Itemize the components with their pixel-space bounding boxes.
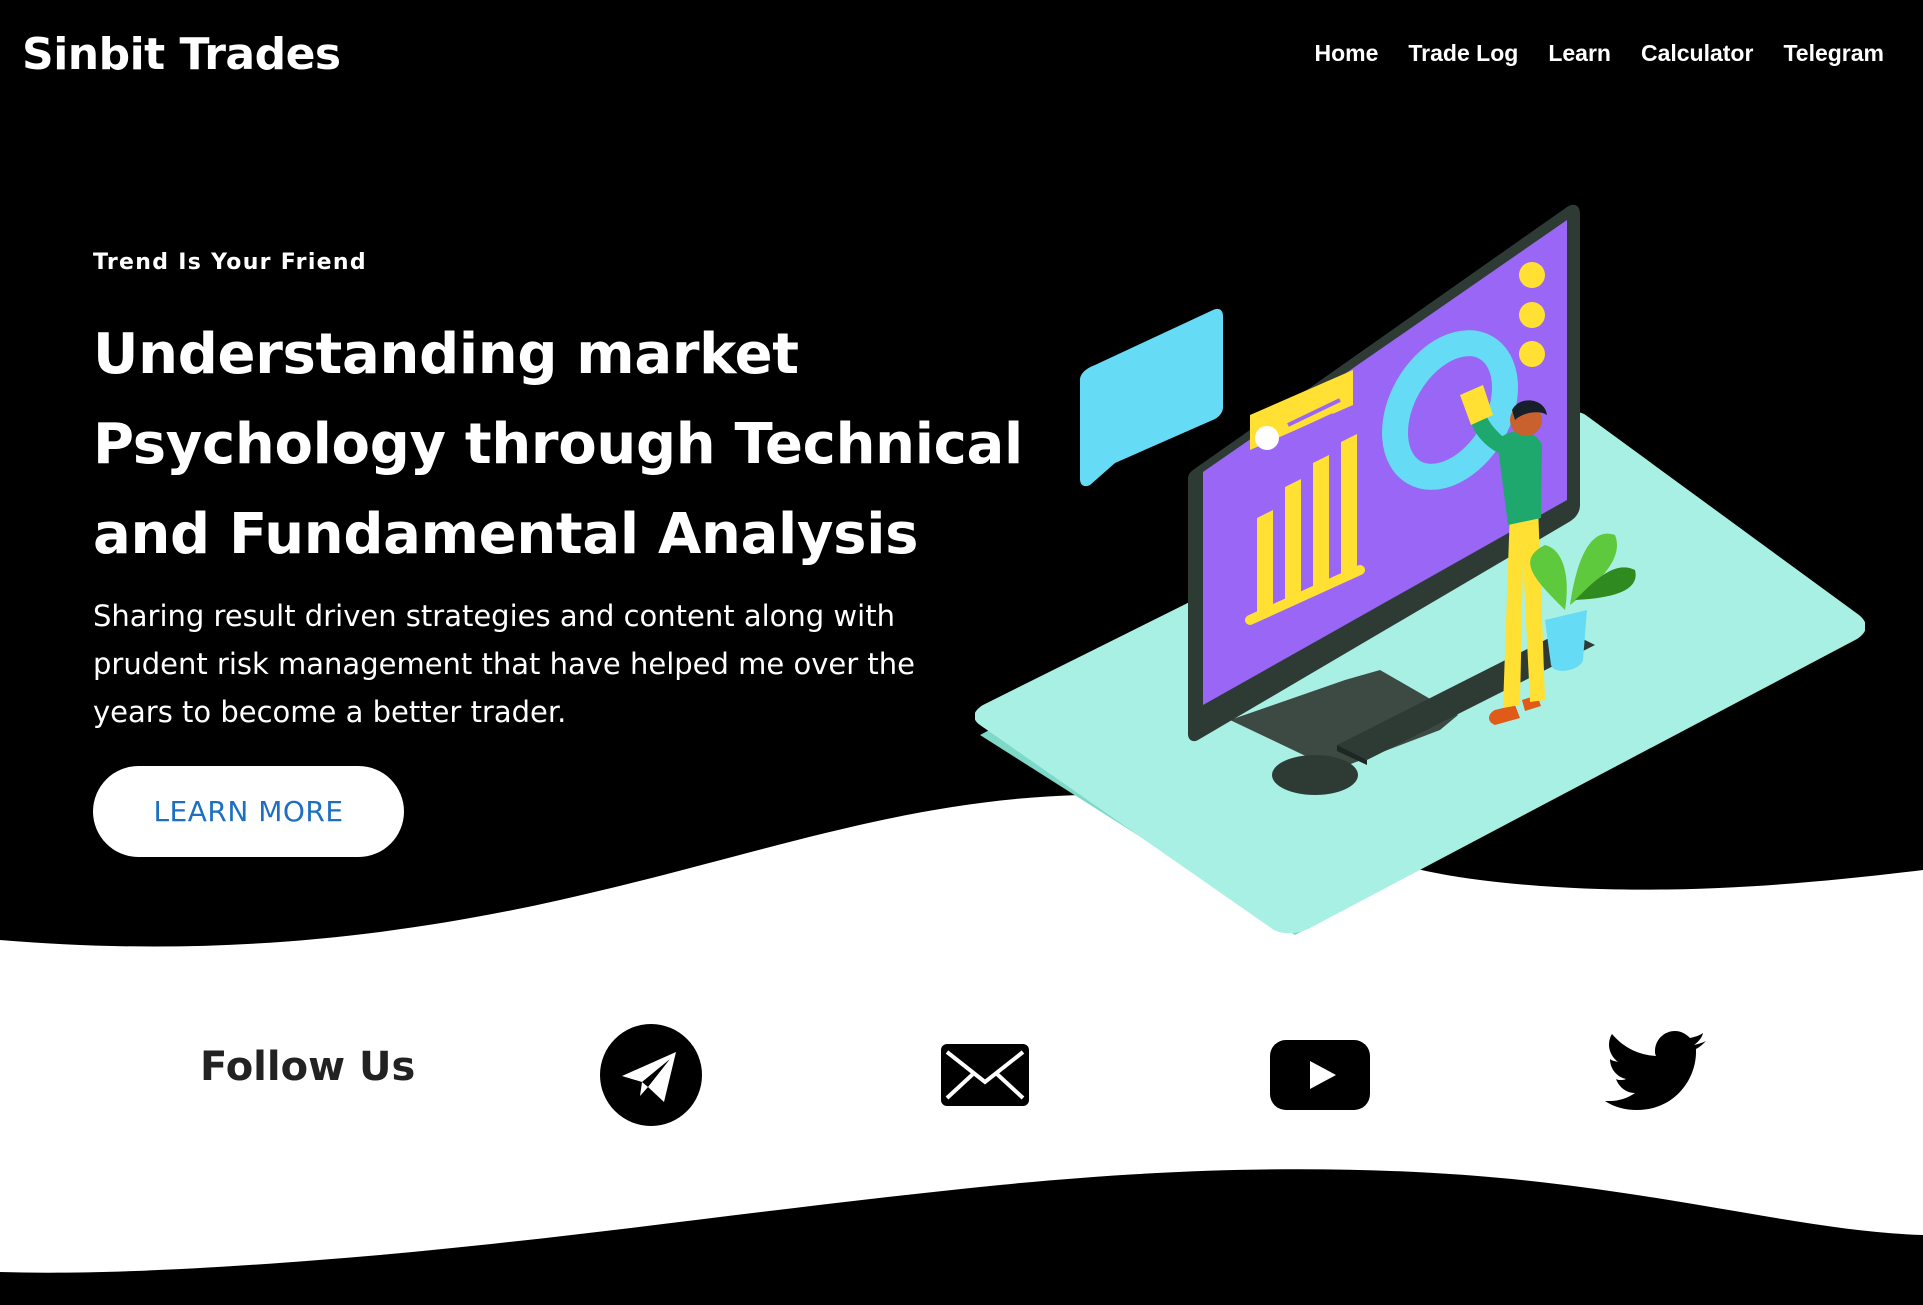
hero-description-line: Sharing result driven strategies and con… [93, 599, 895, 633]
navbar: Sinbit Trades Home Trade Log Learn Calcu… [0, 0, 1923, 112]
nav-links: Home Trade Log Learn Calculator Telegram [1315, 38, 1885, 68]
screen-card-dot [1255, 426, 1279, 450]
youtube-link[interactable] [1265, 1020, 1375, 1130]
nav-item-home: Home [1315, 38, 1379, 68]
hero-illustration [975, 204, 1865, 935]
screen-dot-icon [1519, 262, 1545, 288]
twitter-link[interactable] [1600, 1020, 1710, 1130]
nav-link-calculator[interactable]: Calculator [1641, 40, 1753, 66]
nav-item-learn: Learn [1548, 38, 1611, 68]
nav-link-learn[interactable]: Learn [1548, 40, 1611, 66]
telegram-icon [600, 1024, 702, 1126]
nav-link-trade-log[interactable]: Trade Log [1408, 40, 1518, 66]
nav-link-home[interactable]: Home [1315, 40, 1379, 66]
landing-page: Sinbit Trades Home Trade Log Learn Calcu… [0, 0, 1923, 1305]
learn-more-button[interactable]: LEARN MORE [93, 766, 404, 857]
twitter-icon [1605, 1031, 1706, 1110]
brand-logo[interactable]: Sinbit Trades [22, 28, 341, 82]
hero-title-line: and Fundamental Analysis [93, 502, 919, 567]
screen-bar [1341, 434, 1357, 574]
screen-dot-icon [1519, 341, 1545, 367]
youtube-icon [1270, 1040, 1370, 1110]
screen-dot-icon [1519, 302, 1545, 328]
follow-us-section: Follow Us [0, 1000, 1923, 1150]
screen-bar [1285, 479, 1301, 601]
hero-eyebrow: Trend Is Your Friend [93, 250, 367, 275]
follow-us-label: Follow Us [200, 1044, 416, 1090]
screen-bar [1257, 510, 1273, 614]
hero-description-line: years to become a better trader. [93, 695, 567, 729]
hero-section: Trend Is Your Friend Understanding marke… [93, 240, 1023, 857]
mail-link[interactable] [930, 1020, 1040, 1130]
telegram-link[interactable] [596, 1020, 706, 1130]
nav-item-telegram: Telegram [1783, 38, 1884, 68]
hero-description-line: prudent risk management that have helped… [93, 647, 915, 681]
hero-title-line: Psychology through Technical [93, 412, 1023, 477]
mouse-icon [1272, 755, 1358, 795]
chat-bubble-icon [1080, 308, 1223, 487]
screen-bar [1313, 455, 1329, 588]
plant-pot [1545, 610, 1587, 671]
nav-item-trade-log: Trade Log [1408, 38, 1518, 68]
mail-icon [941, 1044, 1029, 1106]
hero-title: Understanding market Psychology through … [93, 310, 1023, 580]
nav-item-calculator: Calculator [1641, 38, 1753, 68]
hero-title-line: Understanding market [93, 322, 799, 387]
nav-link-telegram[interactable]: Telegram [1783, 40, 1884, 66]
hero-description: Sharing result driven strategies and con… [93, 592, 993, 736]
